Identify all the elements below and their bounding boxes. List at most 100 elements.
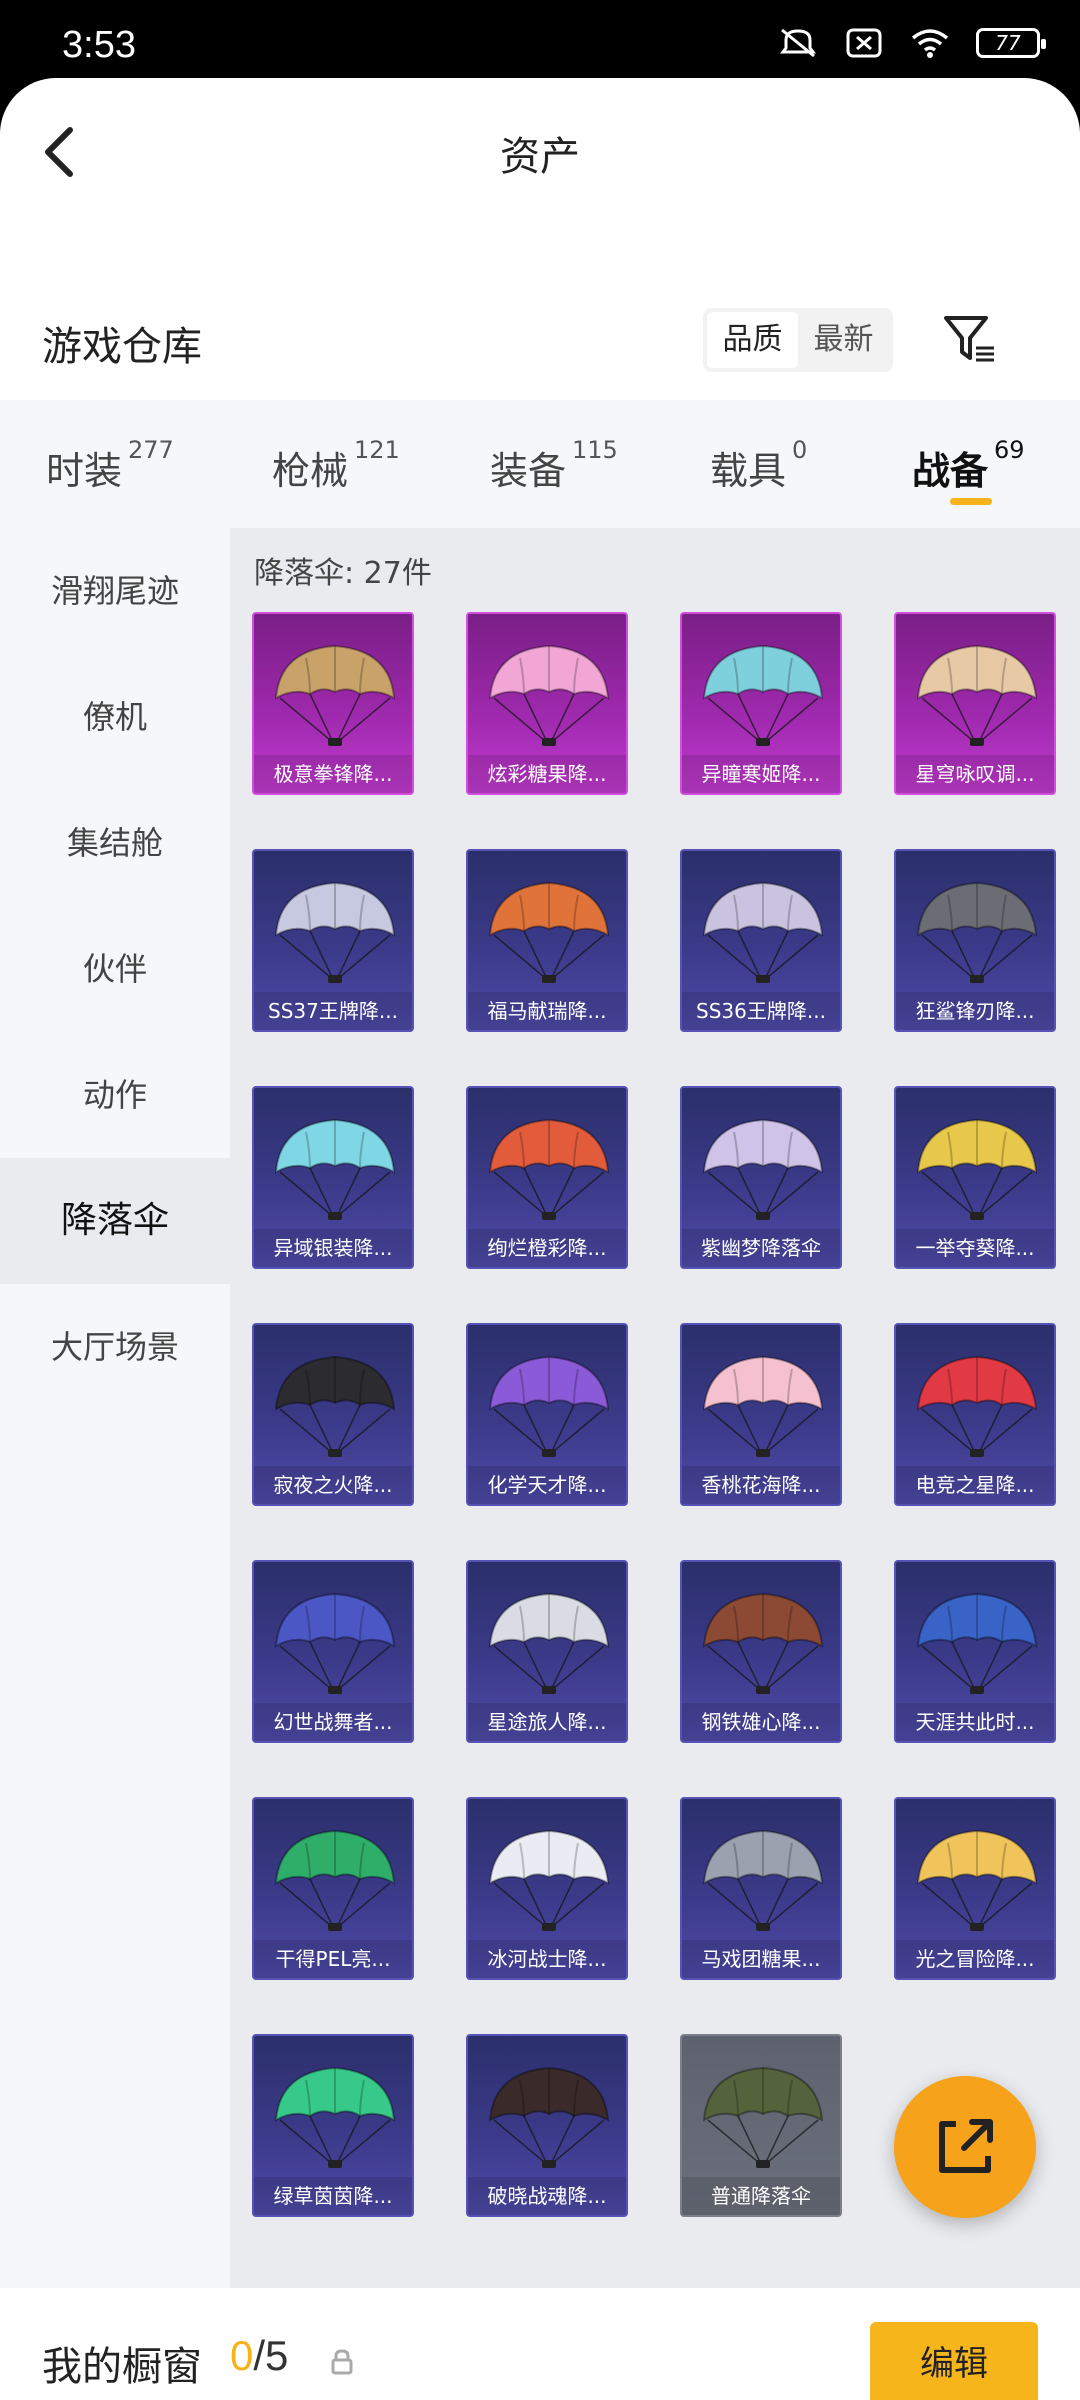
parachute-name: 幻世战舞者...: [254, 1703, 412, 1741]
lock-icon: [331, 2349, 353, 2375]
tab-equipment[interactable]: 装备 115: [490, 436, 618, 495]
parachute-icon: [274, 881, 396, 983]
parachute-card[interactable]: 炫彩糖果降...: [466, 612, 628, 795]
parachute-icon: [702, 1118, 824, 1220]
parachute-icon: [274, 644, 396, 746]
parachute-name: 绚烂橙彩降...: [468, 1229, 626, 1267]
parachute-icon: [488, 1355, 610, 1457]
parachute-icon: [488, 881, 610, 983]
side-item-partner[interactable]: 伙伴: [0, 906, 230, 1032]
parachute-name: 异域银装降...: [254, 1229, 412, 1267]
tab-label: 枪械: [272, 449, 349, 493]
share-button[interactable]: [894, 2076, 1036, 2218]
sort-quality-button[interactable]: 品质: [707, 312, 798, 368]
status-icons: 77: [778, 26, 1046, 60]
side-item-parachute[interactable]: 降落伞: [0, 1158, 230, 1284]
side-item-rally-pod[interactable]: 集结舱: [0, 780, 230, 906]
parachute-card[interactable]: 星穹咏叹调...: [894, 612, 1056, 795]
parachute-card[interactable]: 异域银装降...: [252, 1086, 414, 1269]
parachute-name: 化学天才降...: [468, 1466, 626, 1504]
tab-label: 装备: [490, 449, 567, 493]
edit-button[interactable]: 编辑: [870, 2322, 1038, 2400]
tab-count: 277: [128, 436, 174, 464]
parachute-name: 狂鲨锋刃降...: [896, 992, 1054, 1030]
side-item-wingman[interactable]: 僚机: [0, 654, 230, 780]
side-item-emote[interactable]: 动作: [0, 1032, 230, 1158]
parachute-card[interactable]: 冰河战士降...: [466, 1797, 628, 1980]
tab-fashion[interactable]: 时装 277: [46, 436, 174, 495]
tab-readiness[interactable]: 战备 69: [912, 436, 1025, 495]
battery-icon: 77: [976, 28, 1046, 58]
category-tabs: 时装 277 枪械 121 装备 115 载具 0 战备 69: [0, 400, 1080, 528]
parachute-card[interactable]: 狂鲨锋刃降...: [894, 849, 1056, 1032]
parachute-icon: [916, 1592, 1038, 1694]
parachute-name: 电竞之星降...: [896, 1466, 1054, 1504]
parachute-icon: [916, 1355, 1038, 1457]
parachute-card[interactable]: 电竞之星降...: [894, 1323, 1056, 1506]
mute-icon: [780, 28, 816, 58]
parachute-card[interactable]: SS37王牌降...: [252, 849, 414, 1032]
parachute-card[interactable]: 极意拳锋降...: [252, 612, 414, 795]
tab-count: 0: [792, 436, 808, 464]
parachute-icon: [488, 1118, 610, 1220]
parachute-card[interactable]: 紫幽梦降落伞: [680, 1086, 842, 1269]
parachute-card[interactable]: 干得PEL亮...: [252, 1797, 414, 1980]
tab-count: 115: [572, 436, 618, 464]
status-bar: 3:53 77: [0, 0, 1080, 80]
parachute-icon: [702, 2066, 824, 2168]
parachute-icon: [274, 1355, 396, 1457]
parachute-card[interactable]: 普通降落伞: [680, 2034, 842, 2217]
parachute-icon: [916, 1829, 1038, 1931]
parachute-card[interactable]: 幻世战舞者...: [252, 1560, 414, 1743]
parachute-icon: [702, 1592, 824, 1694]
bottom-bar: 我的橱窗 0/5 编辑: [0, 2288, 1080, 2400]
parachute-card[interactable]: 绿草茵茵降...: [252, 2034, 414, 2217]
parachute-name: 一举夺葵降...: [896, 1229, 1054, 1267]
parachute-card[interactable]: 香桃花海降...: [680, 1323, 842, 1506]
parachute-name: 福马献瑞降...: [468, 992, 626, 1030]
parachute-icon: [916, 1118, 1038, 1220]
wifi-icon: [911, 29, 949, 58]
parachute-card[interactable]: 破晓战魂降...: [466, 2034, 628, 2217]
side-item-glide-trail[interactable]: 滑翔尾迹: [0, 528, 230, 654]
parachute-card[interactable]: 天涯共此时...: [894, 1560, 1056, 1743]
warehouse-row: 游戏仓库 品质 最新: [0, 308, 1080, 408]
parachute-name: 干得PEL亮...: [254, 1940, 412, 1978]
tab-weapons[interactable]: 枪械 121: [272, 436, 400, 495]
side-item-lobby-scene[interactable]: 大厅场景: [0, 1284, 230, 1410]
parachute-icon: [916, 881, 1038, 983]
page-title: 资产: [500, 134, 580, 180]
parachute-icon: [274, 1829, 396, 1931]
parachute-icon: [274, 1118, 396, 1220]
parachute-name: 极意拳锋降...: [254, 755, 412, 793]
parachute-icon: [702, 881, 824, 983]
parachute-card[interactable]: 光之冒险降...: [894, 1797, 1056, 1980]
parachute-card[interactable]: 化学天才降...: [466, 1323, 628, 1506]
tab-label: 载具: [710, 449, 787, 493]
parachute-card[interactable]: 一举夺葵降...: [894, 1086, 1056, 1269]
showcase-current: 0: [230, 2332, 254, 2379]
parachute-card[interactable]: 马戏团糖果...: [680, 1797, 842, 1980]
parachute-card[interactable]: 寂夜之火降...: [252, 1323, 414, 1506]
parachute-name: 紫幽梦降落伞: [682, 1229, 840, 1267]
parachute-card[interactable]: 绚烂橙彩降...: [466, 1086, 628, 1269]
parachute-name: 异瞳寒姬降...: [682, 755, 840, 793]
tab-count: 69: [994, 436, 1025, 464]
item-grid: 极意拳锋降... 炫彩糖果降... 异瞳寒姬降... 星穹咏叹调... SS37王牌降.…: [252, 612, 1080, 2217]
parachute-card[interactable]: SS36王牌降...: [680, 849, 842, 1032]
parachute-card[interactable]: 钢铁雄心降...: [680, 1560, 842, 1743]
parachute-card[interactable]: 异瞳寒姬降...: [680, 612, 842, 795]
sort-newest-button[interactable]: 最新: [798, 312, 889, 368]
filter-icon[interactable]: [940, 308, 1000, 372]
grid-count-header: 降落伞: 27件: [254, 556, 432, 591]
parachute-card[interactable]: 福马献瑞降...: [466, 849, 628, 1032]
sort-toggle: 品质 最新: [703, 308, 893, 372]
sim-off-icon: [846, 28, 882, 58]
parachute-icon: [488, 2066, 610, 2168]
parachute-name: 破晓战魂降...: [468, 2177, 626, 2215]
parachute-name: 冰河战士降...: [468, 1940, 626, 1978]
parachute-card[interactable]: 星途旅人降...: [466, 1560, 628, 1743]
tab-vehicles[interactable]: 载具 0: [710, 436, 807, 495]
showcase-total: /5: [253, 2332, 289, 2379]
parachute-name: 星途旅人降...: [468, 1703, 626, 1741]
